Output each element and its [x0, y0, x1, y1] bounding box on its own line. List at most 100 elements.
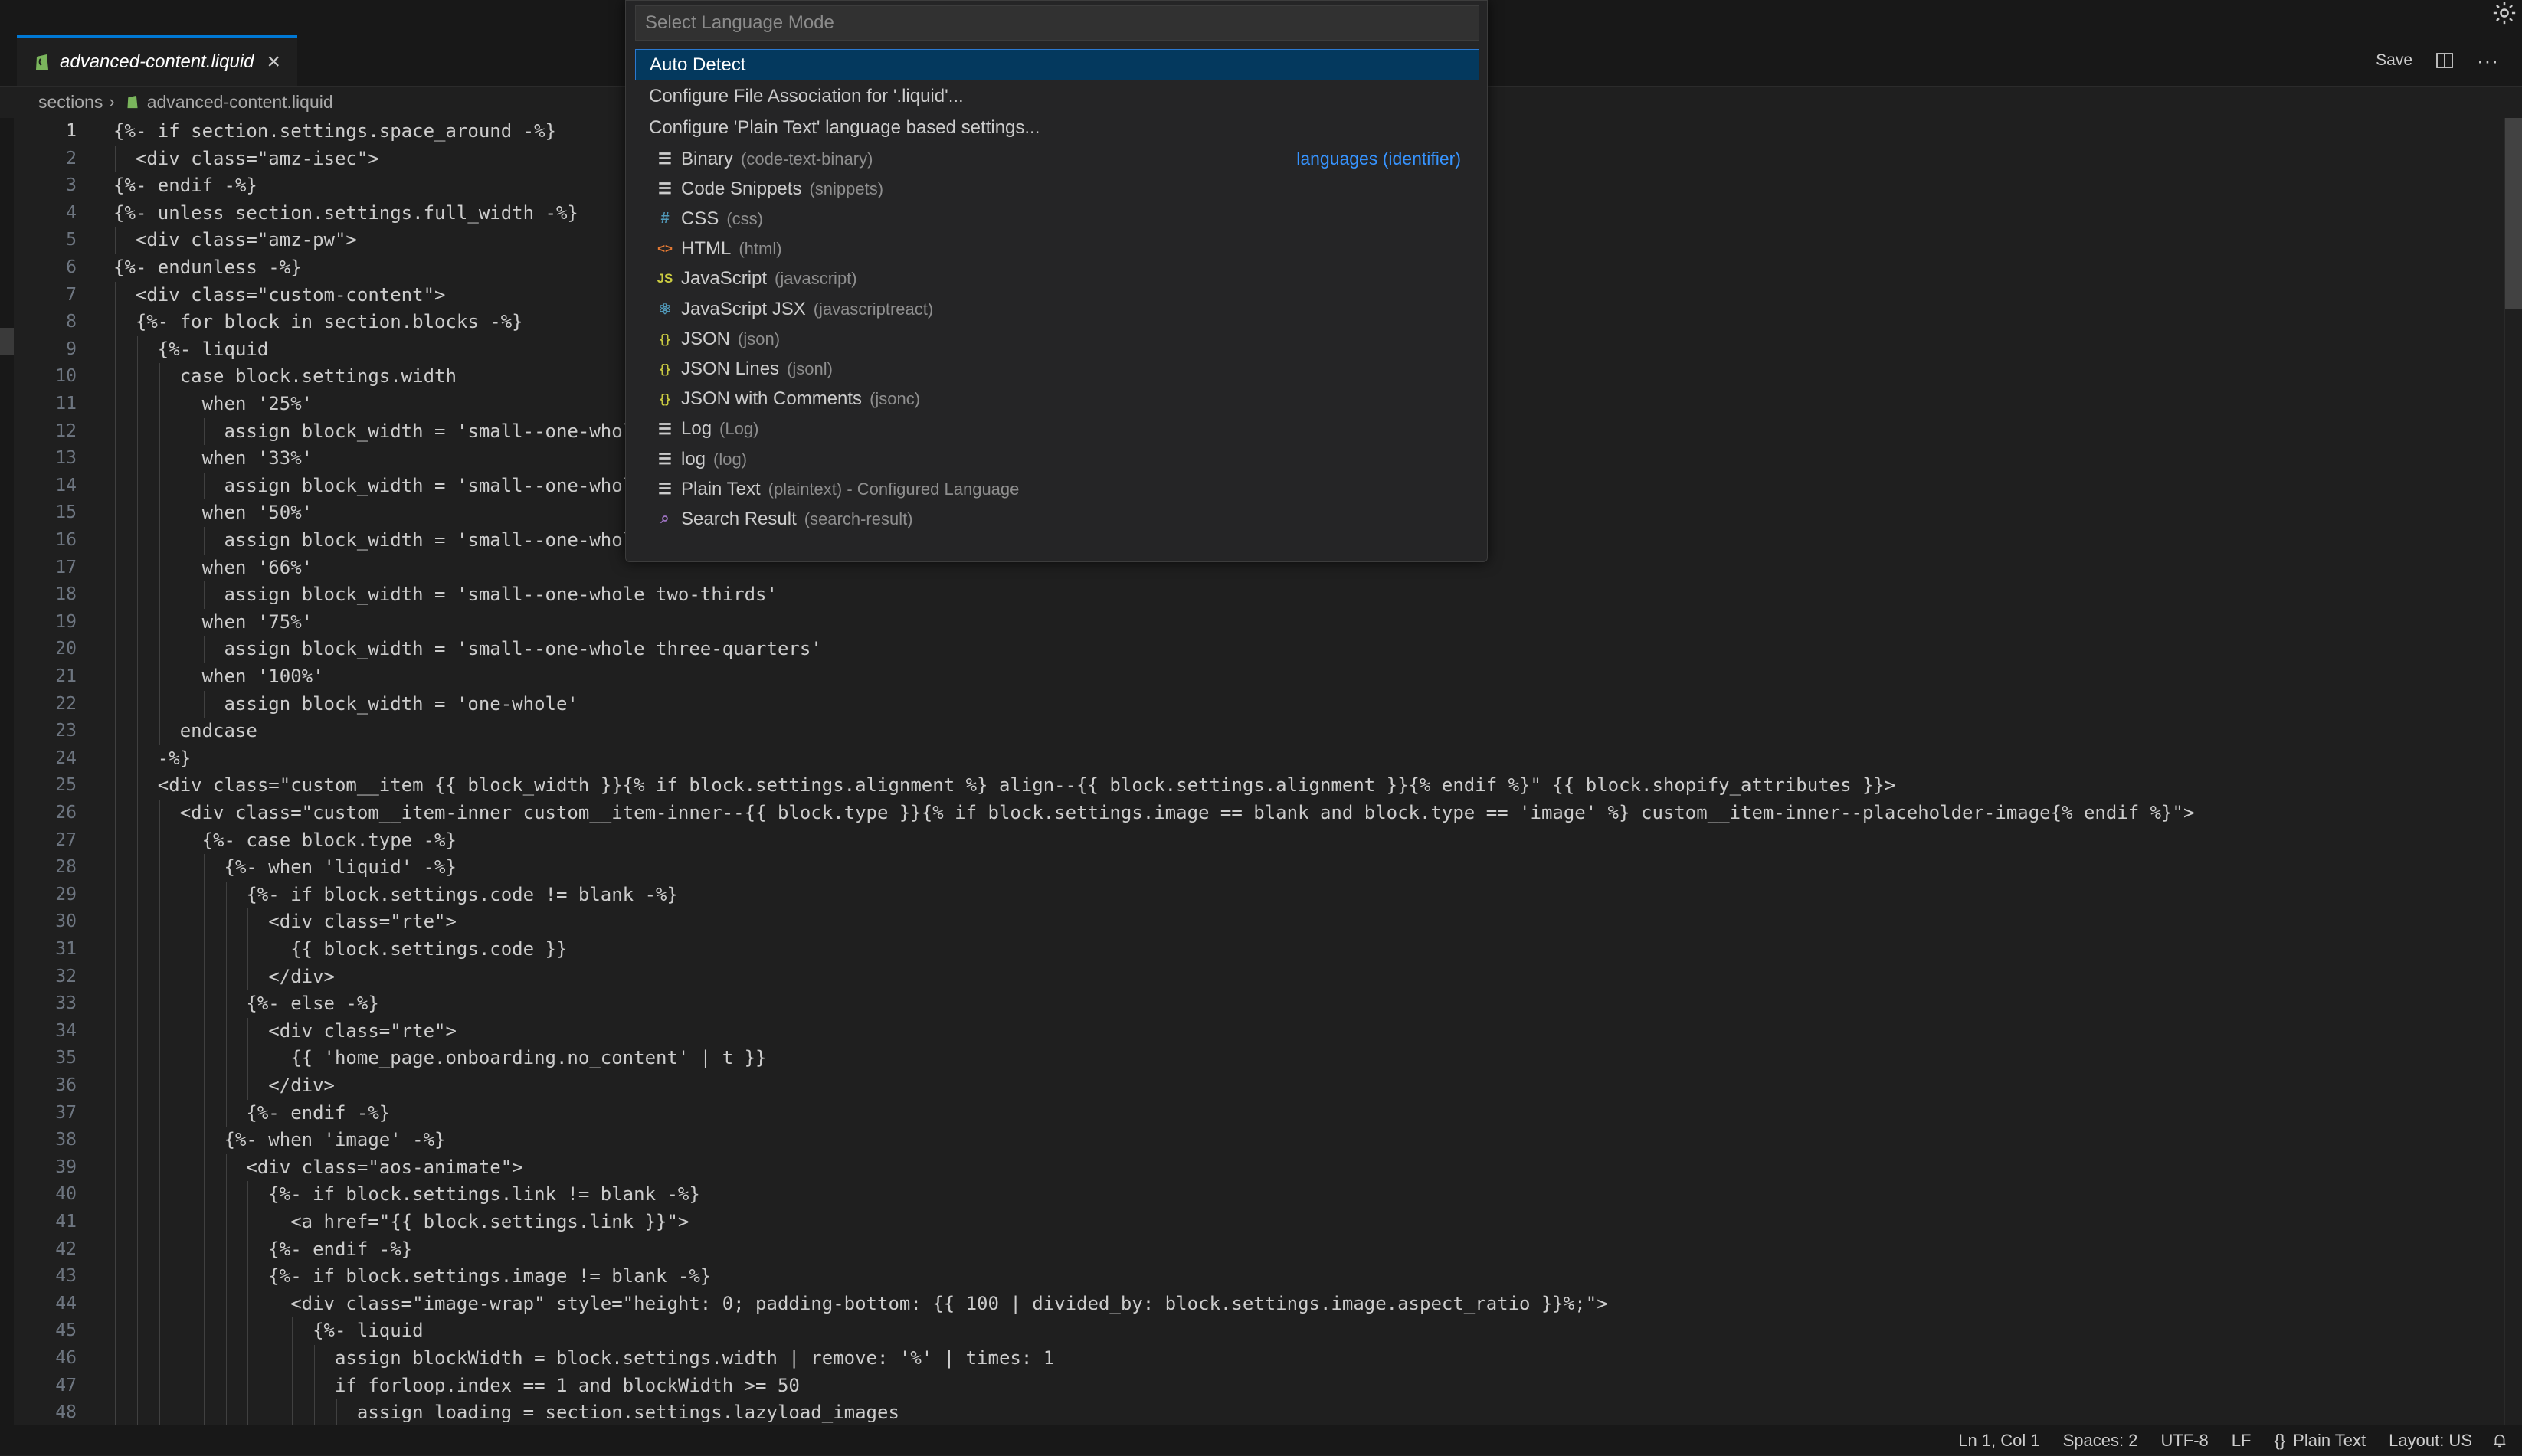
code-text: when '75%': [113, 610, 313, 633]
code-line[interactable]: 42 {%- endif -%}: [14, 1235, 2504, 1264]
language-option[interactable]: ☰ log (log): [635, 443, 1479, 475]
configure-file-association-option[interactable]: Configure File Association for '.liquid'…: [635, 80, 1479, 112]
code-line[interactable]: 22 assign block_width = 'one-whole': [14, 690, 2504, 718]
close-icon[interactable]: ×: [267, 50, 280, 74]
indent-guide: [159, 908, 160, 936]
line-number: 21: [55, 666, 77, 686]
code-line[interactable]: 46 assign blockWidth = block.settings.wi…: [14, 1345, 2504, 1373]
indent-guide: [115, 527, 116, 555]
code-line[interactable]: 48 assign loading = section.settings.laz…: [14, 1399, 2504, 1425]
language-option[interactable]: ⌕ Search Result (search-result): [635, 503, 1479, 535]
indent-guide: [136, 581, 138, 609]
indent-guide: [159, 1072, 160, 1100]
code-line[interactable]: 38 {%- when 'image' -%}: [14, 1127, 2504, 1154]
language-name: Binary: [681, 148, 734, 169]
indent-guide: [136, 363, 138, 391]
language-mode-status[interactable]: {} Plain Text: [2262, 1431, 2377, 1451]
indentation-status[interactable]: Spaces: 2: [2052, 1431, 2150, 1451]
auto-detect-option[interactable]: Auto Detect: [635, 49, 1479, 80]
code-line[interactable]: 33 {%- else -%}: [14, 990, 2504, 1018]
code-line[interactable]: 31 {{ block.settings.code }}: [14, 936, 2504, 964]
indent-guide: [159, 636, 160, 663]
code-line[interactable]: 37 {%- endif -%}: [14, 1099, 2504, 1127]
code-line[interactable]: 30 <div class="rte">: [14, 908, 2504, 936]
eol-status[interactable]: LF: [2220, 1431, 2263, 1451]
code-line[interactable]: 27 {%- case block.type -%}: [14, 826, 2504, 855]
code-line[interactable]: 41 <a href="{{ block.settings.link }}">: [14, 1209, 2504, 1236]
language-search-input[interactable]: Select Language Mode: [635, 5, 1479, 41]
language-option[interactable]: ☰ Log (Log): [635, 414, 1479, 445]
indent-guide: [136, 1235, 138, 1264]
language-option[interactable]: ⚛ JavaScript JSX (javascriptreact): [635, 293, 1479, 325]
code-line[interactable]: 23 endcase: [14, 718, 2504, 745]
code-line[interactable]: 43 {%- if block.settings.image != blank …: [14, 1263, 2504, 1291]
code-line[interactable]: 19 when '75%': [14, 608, 2504, 636]
language-option[interactable]: ☰ Code Snippets (snippets): [635, 173, 1479, 204]
breadcrumb-folder[interactable]: sections: [38, 92, 103, 113]
language-option[interactable]: # CSS (css): [635, 203, 1479, 234]
editor-tab[interactable]: advanced-content.liquid ×: [17, 35, 297, 86]
encoding-status[interactable]: UTF-8: [2149, 1431, 2219, 1451]
language-option[interactable]: {} JSON with Comments (jsonc): [635, 384, 1479, 415]
vertical-scrollbar[interactable]: [2504, 118, 2522, 1425]
line-number: 6: [66, 257, 77, 277]
split-editor-icon[interactable]: [2435, 51, 2454, 70]
code-line[interactable]: 35 {{ 'home_page.onboarding.no_content' …: [14, 1045, 2504, 1072]
indent-guide: [159, 1153, 160, 1182]
indent-guide: [203, 1181, 205, 1209]
language-identifier: (json): [738, 329, 781, 348]
code-line[interactable]: 28 {%- when 'liquid' -%}: [14, 854, 2504, 882]
code-line[interactable]: 25 <div class="custom__item {{ block_wid…: [14, 772, 2504, 800]
tab-title: advanced-content.liquid: [60, 51, 254, 72]
bell-icon[interactable]: [2491, 1432, 2508, 1449]
code-line[interactable]: 34 <div class="rte">: [14, 1017, 2504, 1045]
language-option[interactable]: <> HTML (html): [635, 234, 1479, 265]
scrollbar-thumb[interactable]: [2505, 118, 2522, 309]
language-name: Plain Text: [681, 478, 761, 499]
status-bar: Ln 1, Col 1 Spaces: 2 UTF-8 LF {} Plain T…: [0, 1425, 2522, 1455]
breadcrumb-file[interactable]: advanced-content.liquid: [147, 92, 333, 113]
indent-guide: [247, 1263, 249, 1291]
indent-guide: [159, 499, 160, 527]
code-line[interactable]: 45 {%- liquid: [14, 1317, 2504, 1345]
more-actions-icon[interactable]: ···: [2477, 49, 2499, 73]
code-line[interactable]: 24 -%}: [14, 744, 2504, 773]
language-option[interactable]: {} JSON Lines (jsonl): [635, 353, 1479, 384]
line-number: 17: [55, 557, 77, 577]
code-line[interactable]: 40 {%- if block.settings.link != blank -…: [14, 1181, 2504, 1209]
indent-guide: [136, 1399, 138, 1425]
save-button[interactable]: Save: [2376, 51, 2412, 70]
code-line[interactable]: 32 </div>: [14, 963, 2504, 991]
code-text: <div class="rte">: [113, 1019, 457, 1042]
indent-guide: [136, 1099, 138, 1127]
gear-icon[interactable]: [2491, 0, 2517, 26]
code-text: {%- if block.settings.link != blank -%}: [113, 1183, 700, 1206]
indent-guide: [203, 690, 205, 718]
code-line[interactable]: 20 assign block_width = 'small--one-whol…: [14, 636, 2504, 663]
cursor-position[interactable]: Ln 1, Col 1: [1947, 1431, 2051, 1451]
chevron-right-icon: ›: [109, 92, 115, 111]
indent-guide: [136, 800, 138, 827]
code-line[interactable]: 21 when '100%': [14, 663, 2504, 691]
indent-guide: [225, 1317, 227, 1345]
line-number: 22: [55, 693, 77, 714]
code-line[interactable]: 26 <div class="custom__item-inner custom…: [14, 800, 2504, 827]
indent-guide: [159, 1345, 160, 1373]
code-line[interactable]: 44 <div class="image-wrap" style="height…: [14, 1290, 2504, 1318]
language-option[interactable]: JS JavaScript (javascript): [635, 263, 1479, 295]
indent-guide: [247, 908, 249, 936]
language-option[interactable]: {} JSON (json): [635, 323, 1479, 355]
language-option[interactable]: ☰ Plain Text (plaintext) - Configured Lang…: [635, 473, 1479, 505]
configure-language-settings-option[interactable]: Configure 'Plain Text' language based se…: [635, 112, 1479, 143]
indent-guide: [225, 1072, 227, 1100]
code-line[interactable]: 36 </div>: [14, 1072, 2504, 1100]
indent-guide: [314, 1345, 316, 1373]
code-line[interactable]: 29 {%- if block.settings.code != blank -…: [14, 881, 2504, 909]
language-option[interactable]: ☰ Binary (code-text-binary) languages (iden…: [635, 143, 1479, 175]
code-line[interactable]: 39 <div class="aos-animate">: [14, 1153, 2504, 1182]
code-line[interactable]: 18 assign block_width = 'small--one-whol…: [14, 581, 2504, 609]
indent-guide: [159, 445, 160, 473]
indent-guide: [247, 1235, 249, 1264]
code-line[interactable]: 47 if forloop.index == 1 and blockWidth …: [14, 1372, 2504, 1400]
keyboard-layout-status[interactable]: Layout: US: [2377, 1431, 2484, 1451]
